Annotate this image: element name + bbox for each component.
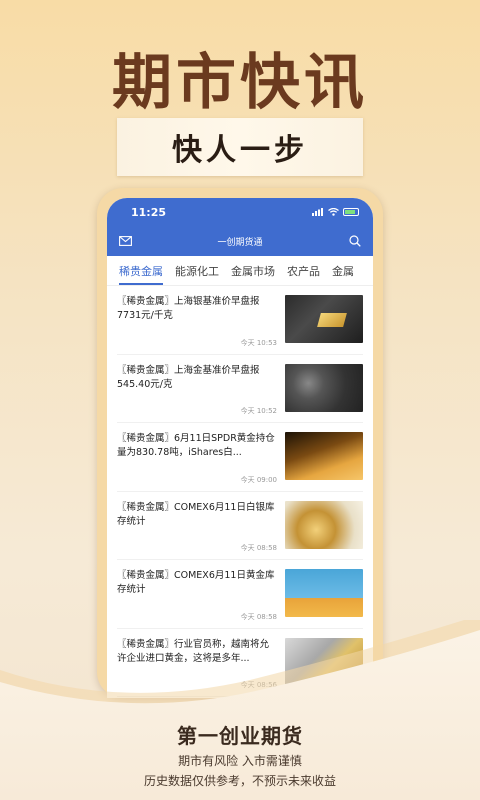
tab-energy-chemicals[interactable]: 能源化工 — [175, 257, 219, 285]
news-thumbnail — [285, 432, 363, 480]
hero-title: 期市快讯 — [112, 48, 368, 118]
news-title: 〖稀贵金属〗上海金基准价早盘报545.40元/克 — [117, 364, 260, 390]
news-text: 〖稀贵金属〗6月11日SPDR黄金持仓量为830.78吨，iShares白...… — [117, 432, 285, 491]
mail-icon[interactable] — [117, 233, 133, 249]
news-item[interactable]: 〖稀贵金属〗上海金基准价早盘报545.40元/克 今天 10:52 — [117, 355, 363, 423]
status-icons — [312, 208, 359, 216]
news-text: 〖稀贵金属〗上海银基准价早盘报7731元/千克 今天 10:53 — [117, 295, 285, 354]
nav-bar: 一创期货通 — [107, 226, 373, 256]
news-thumbnail — [285, 295, 363, 343]
news-thumbnail — [285, 569, 363, 617]
slogan-box: 快人一步 — [117, 118, 363, 176]
wifi-icon — [328, 208, 339, 216]
search-icon[interactable] — [347, 233, 363, 249]
tab-precious-metals[interactable]: 稀贵金属 — [119, 257, 163, 285]
signal-icon — [312, 208, 323, 216]
news-item[interactable]: 〖稀贵金属〗上海银基准价早盘报7731元/千克 今天 10:53 — [117, 286, 363, 355]
battery-icon — [343, 208, 359, 216]
news-time: 今天 08:58 — [240, 544, 277, 552]
news-thumbnail — [285, 363, 363, 412]
risk-disclaimer: 期市有风险 入市需谨慎 — [178, 754, 302, 768]
news-title: 〖稀贵金属〗6月11日SPDR黄金持仓量为830.78吨，iShares白... — [117, 433, 275, 458]
news-title: 〖稀贵金属〗上海银基准价早盘报7731元/千克 — [117, 296, 260, 321]
category-tabs: 稀贵金属 能源化工 金属市场 农产品 金属 — [107, 256, 373, 286]
history-disclaimer: 历史数据仅供参考，不预示未来收益 — [143, 774, 336, 788]
news-title: 〖稀贵金属〗COMEX6月11日白银库存统计 — [117, 501, 275, 527]
slogan-text: 快人一步 — [172, 133, 308, 168]
news-item[interactable]: 〖稀贵金属〗COMEX6月11日白银库存统计 今天 08:58 — [117, 492, 363, 560]
news-thumbnail — [285, 500, 363, 549]
news-item[interactable]: 〖稀贵金属〗6月11日SPDR黄金持仓量为830.78吨，iShares白...… — [117, 423, 363, 492]
news-text: 〖稀贵金属〗上海金基准价早盘报545.40元/克 今天 10:52 — [117, 364, 285, 423]
tab-metals-market[interactable]: 金属市场 — [231, 257, 275, 285]
news-time: 今天 10:52 — [240, 407, 277, 415]
news-item[interactable]: 〖稀贵金属〗COMEX6月11日黄金库存统计 今天 08:58 — [117, 560, 363, 629]
news-text: 〖稀贵金属〗COMEX6月11日黄金库存统计 今天 08:58 — [117, 569, 285, 628]
news-time: 今天 10:53 — [240, 338, 277, 347]
tab-agricultural[interactable]: 农产品 — [287, 257, 320, 285]
tab-metals-truncated[interactable]: 金属 — [332, 257, 354, 285]
news-title: 〖稀贵金属〗COMEX6月11日黄金库存统计 — [117, 570, 275, 595]
status-bar: 11:25 — [107, 198, 373, 226]
status-time: 11:25 — [131, 205, 167, 219]
brand-name: 第一创业期货 — [177, 724, 303, 748]
nav-title: 一创期货通 — [217, 237, 263, 248]
news-time: 今天 09:00 — [240, 475, 277, 484]
news-text: 〖稀贵金属〗COMEX6月11日白银库存统计 今天 08:58 — [117, 501, 285, 560]
